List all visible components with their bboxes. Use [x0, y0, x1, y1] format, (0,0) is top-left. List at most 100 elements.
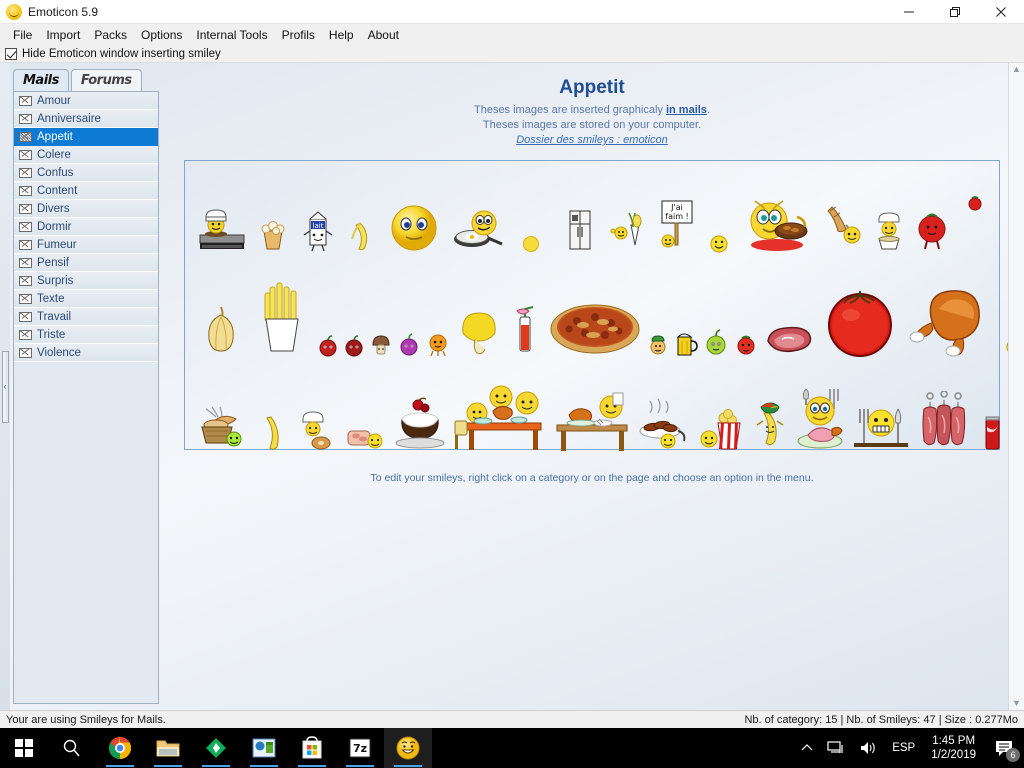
smiley-panel[interactable]: lait J'ai faim ! — [184, 160, 1024, 453]
menu-help[interactable]: Help — [322, 26, 361, 44]
raw-steak[interactable] — [761, 323, 817, 357]
orange-face[interactable] — [423, 331, 453, 357]
notifications-button[interactable]: 6 — [984, 728, 1024, 768]
show-hidden-icons-button[interactable] — [794, 728, 820, 768]
peeled-banana[interactable] — [341, 219, 381, 253]
sidebar-item-violence[interactable]: Violence — [14, 344, 158, 362]
small-tomato-face[interactable] — [731, 331, 761, 357]
family-dinner-table[interactable] — [451, 381, 549, 453]
meat-ribs[interactable] — [913, 391, 975, 453]
chef-grilling-smiley[interactable] — [193, 201, 251, 253]
sidebar-item-travail[interactable]: Travail — [14, 308, 158, 326]
menu-options[interactable]: Options — [134, 26, 189, 44]
garlic-bulb[interactable] — [193, 301, 249, 357]
onion-face-purple[interactable] — [395, 333, 423, 357]
sidebar-item-triste[interactable]: Triste — [14, 326, 158, 344]
bread-basket-smiley[interactable] — [193, 403, 255, 453]
sidebar-item-content[interactable]: Content — [14, 182, 158, 200]
content-scrollbar[interactable]: ▲ ▼ — [1008, 63, 1024, 710]
language-indicator[interactable]: ESP — [884, 742, 923, 754]
in-mails-link[interactable]: in mails — [666, 104, 707, 116]
search-button[interactable] — [48, 728, 96, 768]
taskbar-blue-app[interactable] — [240, 728, 288, 768]
apple-face-dark[interactable] — [341, 335, 367, 357]
small-yellow-dot-smiley[interactable] — [509, 235, 553, 253]
tab-mails[interactable]: Mails — [13, 69, 69, 91]
hide-window-checkbox[interactable] — [5, 47, 17, 60]
refrigerator[interactable] — [553, 207, 607, 253]
menu-file[interactable]: File — [6, 26, 39, 44]
soda-can[interactable] — [975, 411, 1009, 453]
category-list[interactable]: Amour Anniversaire Appetit Colere Confus Cont… — [13, 91, 159, 704]
tab-forums[interactable]: Forums — [70, 69, 142, 91]
popcorn-bucket-smiley[interactable] — [697, 405, 751, 453]
menu-packs[interactable]: Packs — [87, 26, 134, 44]
taskbar-file-explorer[interactable] — [144, 728, 192, 768]
tomato-character[interactable] — [911, 209, 953, 253]
sidebar-item-dormir[interactable]: Dormir — [14, 218, 158, 236]
scroll-up-icon[interactable]: ▲ — [1012, 65, 1021, 74]
mushroom-face[interactable] — [367, 333, 395, 357]
smiley-eating-grill[interactable] — [735, 195, 819, 253]
small-smiley-pair[interactable] — [703, 231, 735, 253]
milk-carton-character[interactable]: lait — [295, 207, 341, 253]
hot-sausages-plate[interactable] — [635, 397, 697, 453]
scroll-down-icon[interactable]: ▼ — [1012, 699, 1021, 708]
pizza[interactable] — [545, 295, 645, 357]
apple-face-red[interactable] — [315, 335, 341, 357]
beer-mug[interactable] — [671, 329, 701, 357]
hungry-smiley-cutlery[interactable] — [849, 401, 913, 453]
tiny-tomato[interactable] — [953, 195, 997, 253]
sidebar-item-colere[interactable]: Colere — [14, 146, 158, 164]
popcorn-bag[interactable] — [251, 215, 295, 253]
cocktail-drink[interactable] — [505, 303, 545, 357]
chocolate-cake-cherry[interactable] — [389, 397, 451, 453]
taskbar-green-app[interactable] — [192, 728, 240, 768]
chevron-left-icon[interactable]: ‹ — [1, 350, 9, 423]
french-fries[interactable] — [249, 281, 315, 357]
volume-button[interactable] — [852, 728, 884, 768]
sidebar-item-anniversaire[interactable]: Anniversaire — [14, 110, 158, 128]
taskbar-chrome[interactable] — [96, 728, 144, 768]
sidebar-item-fumeur[interactable]: Fumeur — [14, 236, 158, 254]
roast-turkey[interactable] — [903, 279, 995, 357]
close-button[interactable] — [978, 0, 1024, 24]
restore-button[interactable] — [932, 0, 978, 24]
sidebar-item-appetit[interactable]: Appetit — [14, 128, 158, 146]
hide-window-checkbox-label[interactable]: Hide Emoticon window inserting smiley — [22, 48, 221, 60]
smiley-folder-link[interactable]: Dossier des smileys : emoticon — [516, 134, 668, 146]
big-mushroom[interactable] — [453, 307, 505, 357]
minimize-button[interactable] — [886, 0, 932, 24]
frying-pan-egg-smiley[interactable] — [447, 207, 509, 253]
turkey-dinner-table[interactable] — [549, 391, 635, 453]
big-tomato[interactable] — [817, 281, 903, 357]
sidebar-item-pensif[interactable]: Pensif — [14, 254, 158, 272]
small-chef-smiley[interactable] — [645, 333, 671, 357]
banana-slice[interactable] — [255, 413, 293, 453]
banana-juggler[interactable] — [751, 399, 791, 453]
ham-slice-smiley[interactable] — [343, 421, 389, 453]
sidebar-item-confus[interactable]: Confus — [14, 164, 158, 182]
network-button[interactable] — [820, 728, 852, 768]
chef-donut-smiley[interactable] — [293, 409, 343, 453]
menu-profils[interactable]: Profils — [275, 26, 322, 44]
vegetables-cone-smiley[interactable] — [607, 207, 651, 253]
smiley-knife-fork[interactable] — [791, 387, 849, 453]
clock[interactable]: 1:45 PM 1/2/2019 — [923, 734, 984, 762]
plain-yellow-smiley[interactable] — [381, 203, 447, 253]
sidebar-item-surpris[interactable]: Surpris — [14, 272, 158, 290]
baguette-ladle-smiley[interactable] — [819, 201, 867, 253]
sidebar-item-amour[interactable]: Amour — [14, 92, 158, 110]
taskbar-7zip[interactable]: 7z — [336, 728, 384, 768]
menu-import[interactable]: Import — [39, 26, 87, 44]
taskbar-emoticon[interactable] — [384, 728, 432, 768]
sidebar-collapse-handle[interactable]: ‹ — [0, 63, 10, 710]
chef-smiley-bowl[interactable] — [867, 209, 911, 253]
start-button[interactable] — [0, 728, 48, 768]
green-apple-face[interactable] — [701, 329, 731, 357]
jai-faim-sign[interactable]: J'ai faim ! — [651, 197, 703, 253]
menu-about[interactable]: About — [361, 26, 406, 44]
taskbar-microsoft-store[interactable] — [288, 728, 336, 768]
sidebar-item-divers[interactable]: Divers — [14, 200, 158, 218]
menu-internal-tools[interactable]: Internal Tools — [189, 26, 274, 44]
